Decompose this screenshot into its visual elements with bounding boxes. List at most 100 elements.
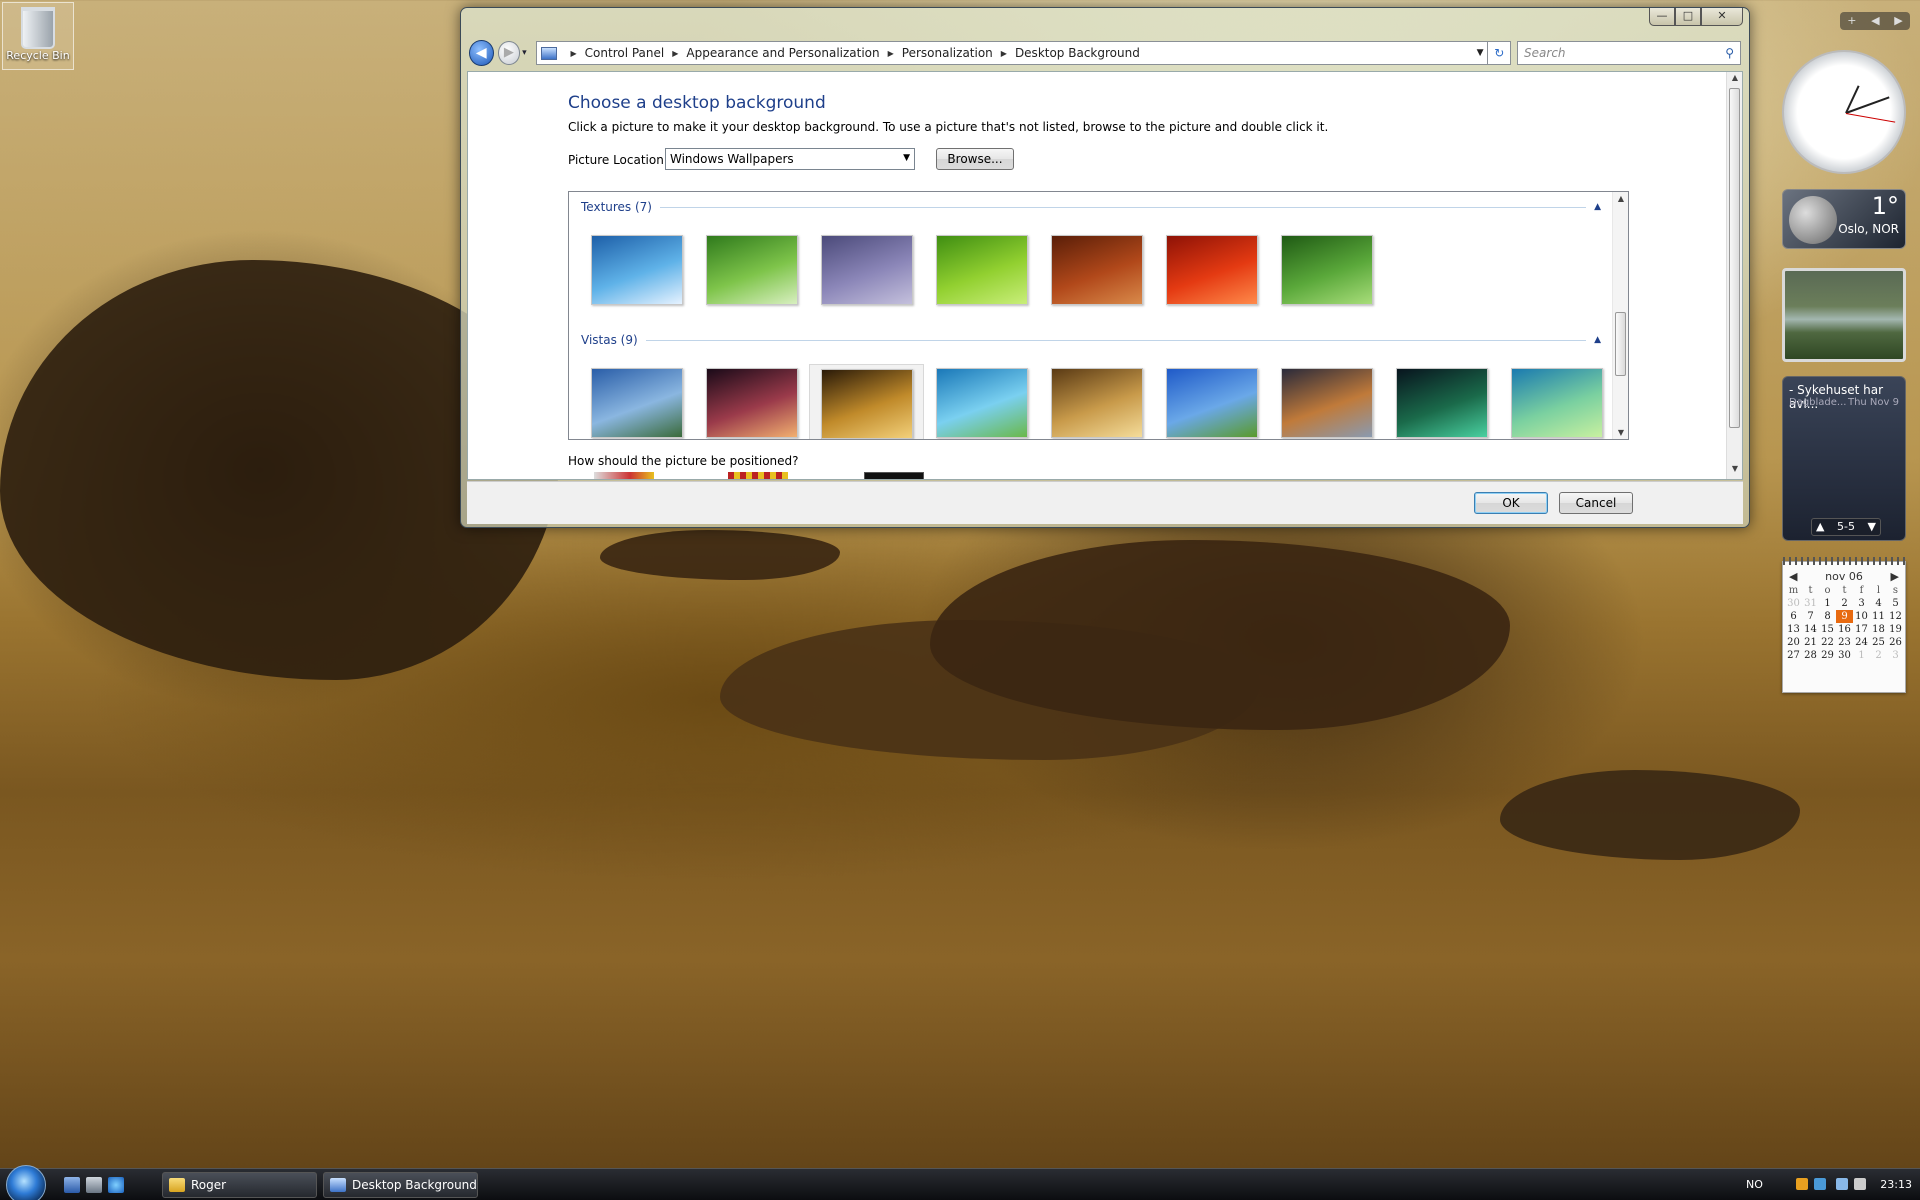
chevron-right-icon[interactable]: ▶ (1001, 49, 1007, 58)
picture-location-select[interactable]: Windows Wallpapers ▼ (665, 148, 915, 170)
wallpaper-thumbnail[interactable] (1269, 364, 1384, 439)
wallpaper-thumbnail[interactable] (924, 364, 1039, 439)
wallpaper-thumbnail[interactable] (1499, 364, 1614, 439)
content-scrollbar[interactable]: ▲ ▼ (1726, 72, 1742, 479)
wallpaper-thumbnail[interactable] (924, 231, 1039, 311)
calendar-day[interactable]: 3 (1853, 597, 1870, 610)
ok-button[interactable]: OK (1474, 492, 1548, 514)
chevron-right-icon[interactable]: ▶ (888, 49, 894, 58)
calendar-day[interactable]: 31 (1802, 597, 1819, 610)
calendar-next-button[interactable]: ▶ (1891, 570, 1899, 583)
wallpaper-thumbnail[interactable] (1269, 231, 1384, 311)
weather-gadget[interactable]: 1° Oslo, NOR (1782, 189, 1906, 249)
calendar-day[interactable]: 10 (1853, 610, 1870, 623)
minimize-button[interactable]: — (1649, 8, 1675, 26)
clock-gadget[interactable] (1782, 50, 1906, 174)
calendar-day[interactable]: 4 (1870, 597, 1887, 610)
search-input[interactable]: Search ⚲ (1517, 41, 1742, 65)
calendar-day[interactable]: 13 (1785, 623, 1802, 636)
maximize-button[interactable]: □ (1675, 8, 1701, 26)
address-bar[interactable]: ▶ Control Panel ▶ Appearance and Persona… (535, 41, 1489, 65)
calendar-day[interactable]: 1 (1853, 649, 1870, 662)
feed-prev-button[interactable]: ▲ (1816, 519, 1824, 535)
next-page-button[interactable]: ▶ (1894, 12, 1902, 30)
group-header-textures[interactable]: Textures (7) ▲ (581, 200, 1601, 214)
language-indicator[interactable]: NO (1746, 1178, 1763, 1191)
calendar-day[interactable]: 15 (1819, 623, 1836, 636)
calendar-day[interactable]: 2 (1870, 649, 1887, 662)
windows-update-icon[interactable] (1814, 1178, 1826, 1190)
calendar-day[interactable]: 25 (1870, 636, 1887, 649)
back-button[interactable]: ◀ (469, 40, 494, 66)
calendar-day[interactable]: 26 (1887, 636, 1904, 649)
show-desktop-icon[interactable] (64, 1177, 80, 1193)
forward-button[interactable]: ▶ (497, 41, 521, 65)
calendar-day[interactable]: 28 (1802, 649, 1819, 662)
position-tile-option[interactable] (728, 472, 788, 479)
scroll-thumb[interactable] (1729, 88, 1740, 428)
calendar-day[interactable]: 7 (1802, 610, 1819, 623)
breadcrumb-personalization[interactable]: Personalization (902, 46, 993, 60)
feed-headlines-gadget[interactable]: - Sykehuset har avl... Dagblade... Thu N… (1782, 376, 1906, 541)
scroll-down-icon[interactable]: ▼ (1727, 464, 1742, 478)
breadcrumb-control-panel[interactable]: Control Panel (585, 46, 665, 60)
wallpaper-thumbnail[interactable] (1154, 364, 1269, 439)
refresh-button[interactable]: ↻ (1488, 41, 1512, 65)
calendar-day[interactable]: 1 (1819, 597, 1836, 610)
taskbar-button-roger[interactable]: Roger (162, 1172, 317, 1198)
calendar-day[interactable]: 19 (1887, 623, 1904, 636)
wallpaper-thumbnail[interactable] (1039, 364, 1154, 439)
wallpaper-thumbnail[interactable] (694, 364, 809, 439)
internet-explorer-icon[interactable] (108, 1177, 124, 1193)
calendar-prev-button[interactable]: ◀ (1789, 570, 1797, 583)
group-header-vistas[interactable]: Vistas (9) ▲ (581, 333, 1601, 347)
calendar-day[interactable]: 2 (1836, 597, 1853, 610)
calendar-day[interactable]: 8 (1819, 610, 1836, 623)
add-gadget-button[interactable]: + (1847, 12, 1856, 30)
wallpaper-thumbnail[interactable] (579, 231, 694, 311)
slideshow-gadget[interactable] (1782, 268, 1906, 362)
wallpaper-thumbnail[interactable] (1384, 364, 1499, 439)
breadcrumb-appearance[interactable]: Appearance and Personalization (686, 46, 879, 60)
cancel-button[interactable]: Cancel (1559, 492, 1633, 514)
calendar-day[interactable]: 12 (1887, 610, 1904, 623)
calendar-day[interactable]: 21 (1802, 636, 1819, 649)
browse-button[interactable]: Browse... (936, 148, 1014, 170)
calendar-gadget[interactable]: ◀ nov 06 ▶ m t o t f l s 30 31 1 2 3 4 5 6 7 8 9 10 11 12 13 1… (1782, 557, 1906, 693)
wallpaper-thumbnail[interactable] (1039, 231, 1154, 311)
calendar-day[interactable]: 30 (1785, 597, 1802, 610)
gallery-scrollbar[interactable]: ▲ ▼ (1612, 192, 1628, 439)
calendar-day[interactable]: 30 (1836, 649, 1853, 662)
breadcrumb-desktop-background[interactable]: Desktop Background (1015, 46, 1140, 60)
scroll-down-icon[interactable]: ▼ (1613, 428, 1628, 437)
calendar-day[interactable]: 11 (1870, 610, 1887, 623)
calendar-day[interactable]: 9 (1836, 610, 1853, 623)
calendar-day[interactable]: 22 (1819, 636, 1836, 649)
taskbar-button-desktop-background[interactable]: Desktop Background (323, 1172, 478, 1198)
calendar-day[interactable]: 14 (1802, 623, 1819, 636)
scroll-up-icon[interactable]: ▲ (1613, 194, 1628, 203)
chevron-right-icon[interactable]: ▶ (672, 49, 678, 58)
calendar-day[interactable]: 29 (1819, 649, 1836, 662)
clock-time[interactable]: 23:13 (1880, 1178, 1912, 1191)
switch-windows-icon[interactable] (86, 1177, 102, 1193)
recent-pages-dropdown[interactable]: ▾ (522, 48, 531, 58)
calendar-day[interactable]: 20 (1785, 636, 1802, 649)
calendar-day[interactable]: 5 (1887, 597, 1904, 610)
position-fill-option[interactable] (594, 472, 654, 479)
scroll-thumb[interactable] (1615, 312, 1626, 376)
previous-page-button[interactable]: ◀ (1871, 12, 1879, 30)
calendar-day[interactable]: 16 (1836, 623, 1853, 636)
recycle-bin[interactable]: Recycle Bin (2, 2, 74, 70)
wallpaper-thumbnail[interactable] (579, 364, 694, 439)
start-button[interactable] (6, 1165, 46, 1200)
collapse-icon[interactable]: ▲ (1594, 335, 1601, 345)
calendar-day[interactable]: 6 (1785, 610, 1802, 623)
wallpaper-thumbnail[interactable] (694, 231, 809, 311)
calendar-day[interactable]: 3 (1887, 649, 1904, 662)
network-icon[interactable] (1836, 1178, 1848, 1190)
security-icon[interactable] (1796, 1178, 1808, 1190)
scroll-up-icon[interactable]: ▲ (1727, 73, 1742, 87)
wallpaper-thumbnail[interactable] (809, 364, 924, 439)
calendar-day[interactable]: 24 (1853, 636, 1870, 649)
